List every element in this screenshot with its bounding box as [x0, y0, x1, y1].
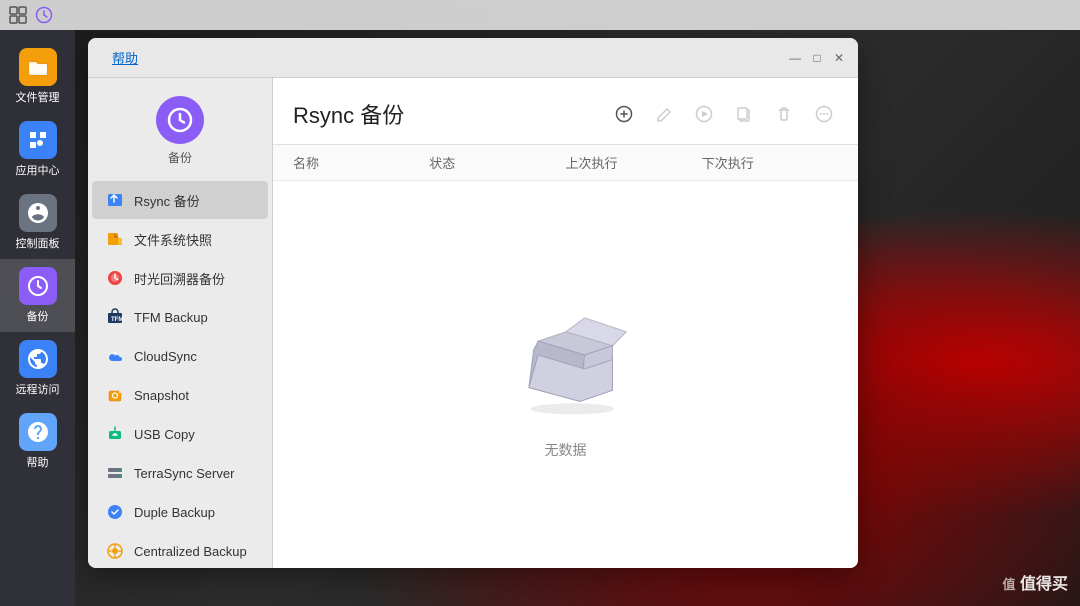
col-name: 名称: [293, 153, 429, 172]
sidebar-label-snapshot: Snapshot: [134, 388, 189, 403]
usb-copy-icon: [104, 423, 126, 445]
watermark: 值 值得买: [1003, 570, 1068, 594]
main-window: 帮助 — □ ✕ 备份: [88, 38, 858, 568]
tfm-backup-icon: TFM: [104, 306, 126, 328]
col-next-run: 下次执行: [702, 153, 838, 172]
duple-backup-icon: [104, 501, 126, 523]
dock-item-help[interactable]: 帮助: [0, 405, 75, 478]
dock-item-backup[interactable]: 备份: [0, 259, 75, 332]
sidebar-app-icon: [156, 96, 204, 144]
file-manager-icon: [19, 48, 57, 86]
page-title: Rsync 备份: [293, 98, 404, 130]
centralized-backup-icon: [104, 540, 126, 562]
dock-label-remote-access: 远程访问: [16, 381, 60, 397]
toolbar-more-button[interactable]: [810, 100, 838, 128]
dock: 文件管理 应用中心 控制面板 备份: [0, 30, 75, 606]
dock-label-app-center: 应用中心: [16, 162, 60, 178]
sidebar-label-duple-backup: Duple Backup: [134, 505, 215, 520]
dock-item-app-center[interactable]: 应用中心: [0, 113, 75, 186]
sidebar-item-time-machine[interactable]: 时光回溯器备份: [92, 259, 268, 297]
backup-icon: [19, 267, 57, 305]
sidebar-item-rsync-backup[interactable]: Rsync 备份: [92, 181, 268, 219]
sidebar-item-snapshot[interactable]: Snapshot: [92, 376, 268, 414]
empty-label: 无数据: [545, 440, 587, 460]
time-machine-icon: [104, 267, 126, 289]
sidebar-label-usb-copy: USB Copy: [134, 427, 195, 442]
dock-label-help: 帮助: [27, 454, 49, 470]
content-header: Rsync 备份: [273, 78, 858, 145]
sidebar-header: 备份: [88, 86, 272, 181]
dock-label-backup: 备份: [27, 308, 49, 324]
sidebar-item-terrasync-server[interactable]: TerraSync Server: [92, 454, 268, 492]
toolbar-add-button[interactable]: [610, 100, 638, 128]
window-titlebar: 帮助 — □ ✕: [88, 38, 858, 78]
sidebar-item-centralized-backup[interactable]: Centralized Backup: [92, 532, 268, 568]
sidebar-label-file-snapshot: 文件系统快照: [134, 230, 212, 249]
dock-label-file-manager: 文件管理: [16, 89, 60, 105]
taskbar-clock-icon[interactable]: [34, 5, 54, 25]
sidebar-label-centralized-backup: Centralized Backup: [134, 544, 247, 559]
rsync-backup-icon: [104, 189, 126, 211]
window-controls: — □ ✕: [788, 51, 846, 65]
dock-item-file-manager[interactable]: 文件管理: [0, 40, 75, 113]
file-snapshot-icon: [104, 228, 126, 250]
sidebar-item-file-snapshot[interactable]: 文件系统快照: [92, 220, 268, 258]
sidebar-item-cloud-sync[interactable]: CloudSync: [92, 337, 268, 375]
svg-text:TFM: TFM: [111, 317, 123, 323]
empty-box-illustration: [491, 290, 641, 420]
sidebar-item-tfm-backup[interactable]: TFM TFM Backup: [92, 298, 268, 336]
table-header: 名称 状态 上次执行 下次执行: [273, 145, 858, 181]
sidebar-label-terrasync-server: TerraSync Server: [134, 466, 234, 481]
app-center-icon: [19, 121, 57, 159]
remote-access-icon: [19, 340, 57, 378]
sidebar-app-label: 备份: [168, 149, 192, 166]
sidebar-item-usb-copy[interactable]: USB Copy: [92, 415, 268, 453]
sidebar-label-tfm-backup: TFM Backup: [134, 310, 208, 325]
window-minimize-button[interactable]: —: [788, 51, 802, 65]
toolbar: [610, 94, 838, 134]
sidebar-label-cloud-sync: CloudSync: [134, 349, 197, 364]
empty-state: 无数据: [273, 181, 858, 568]
dock-item-control-panel[interactable]: 控制面板: [0, 186, 75, 259]
taskbar-window-icon[interactable]: [8, 5, 28, 25]
cloud-sync-icon: [104, 345, 126, 367]
dock-item-remote-access[interactable]: 远程访问: [0, 332, 75, 405]
taskbar: [0, 0, 1080, 30]
toolbar-delete-button[interactable]: [770, 100, 798, 128]
toolbar-copy-button[interactable]: [730, 100, 758, 128]
col-last-run: 上次执行: [566, 153, 702, 172]
sidebar-label-time-machine: 时光回溯器备份: [134, 269, 225, 288]
window-body: 备份 Rsync 备份: [88, 78, 858, 568]
dock-label-control-panel: 控制面板: [16, 235, 60, 251]
sidebar-label-rsync-backup: Rsync 备份: [134, 191, 200, 210]
terrasync-server-icon: [104, 462, 126, 484]
help-icon: [19, 413, 57, 451]
snapshot-icon: [104, 384, 126, 406]
window-maximize-button[interactable]: □: [810, 51, 824, 65]
sidebar-item-duple-backup[interactable]: Duple Backup: [92, 493, 268, 531]
control-panel-icon: [19, 194, 57, 232]
col-status: 状态: [429, 153, 565, 172]
toolbar-play-button[interactable]: [690, 100, 718, 128]
main-content: Rsync 备份: [273, 78, 858, 568]
window-close-button[interactable]: ✕: [832, 51, 846, 65]
toolbar-edit-button[interactable]: [650, 100, 678, 128]
sidebar: 备份 Rsync 备份: [88, 78, 273, 568]
window-help-link[interactable]: 帮助: [112, 48, 138, 67]
